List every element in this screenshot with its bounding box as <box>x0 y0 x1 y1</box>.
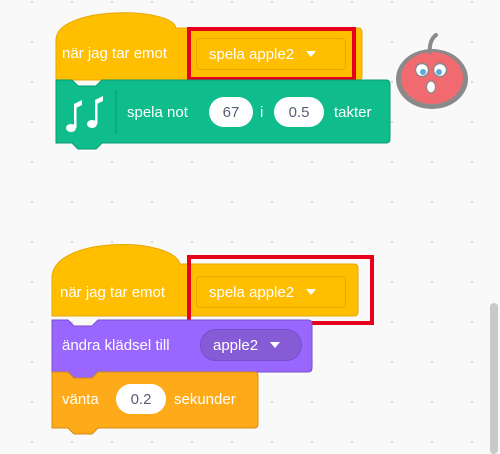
vertical-scrollbar[interactable] <box>490 303 498 454</box>
wait-seconds-input[interactable]: 0.2 <box>116 384 166 414</box>
wait-label: vänta <box>62 391 99 408</box>
seconds-label: sekunder <box>174 391 236 408</box>
wait-block[interactable] <box>0 0 500 454</box>
